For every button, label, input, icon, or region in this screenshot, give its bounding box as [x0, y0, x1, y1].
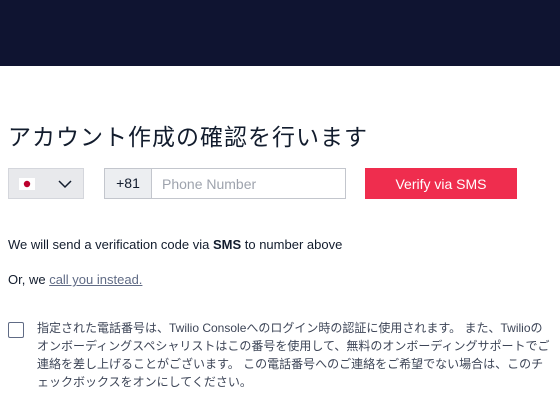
verification-info-text: We will send a verification code via SMS… [8, 237, 342, 252]
japan-flag-icon [19, 178, 35, 190]
info-text-before: We will send a verification code via [8, 237, 213, 252]
phone-number-input[interactable] [152, 169, 344, 198]
top-header-bar [0, 0, 560, 66]
page-title: アカウント作成の確認を行います [8, 124, 368, 150]
country-code-prefix: +81 [105, 169, 152, 198]
consent-text: 指定された電話番号は、Twilio Consoleへのログイン時の認証に使用され… [37, 321, 550, 389]
call-you-instead-link[interactable]: call you instead. [49, 272, 142, 287]
opt-out-checkbox[interactable] [8, 322, 24, 338]
call-alternative-text: Or, we call you instead. [8, 272, 142, 287]
country-selector[interactable] [8, 168, 84, 199]
info-text-after: to number above [241, 237, 343, 252]
chevron-down-icon [58, 180, 72, 189]
verify-via-sms-button[interactable]: Verify via SMS [365, 168, 517, 199]
info-text-sms: SMS [212, 237, 242, 252]
call-alternative-prefix: Or, we [8, 272, 50, 287]
phone-number-field: +81 [104, 168, 346, 199]
